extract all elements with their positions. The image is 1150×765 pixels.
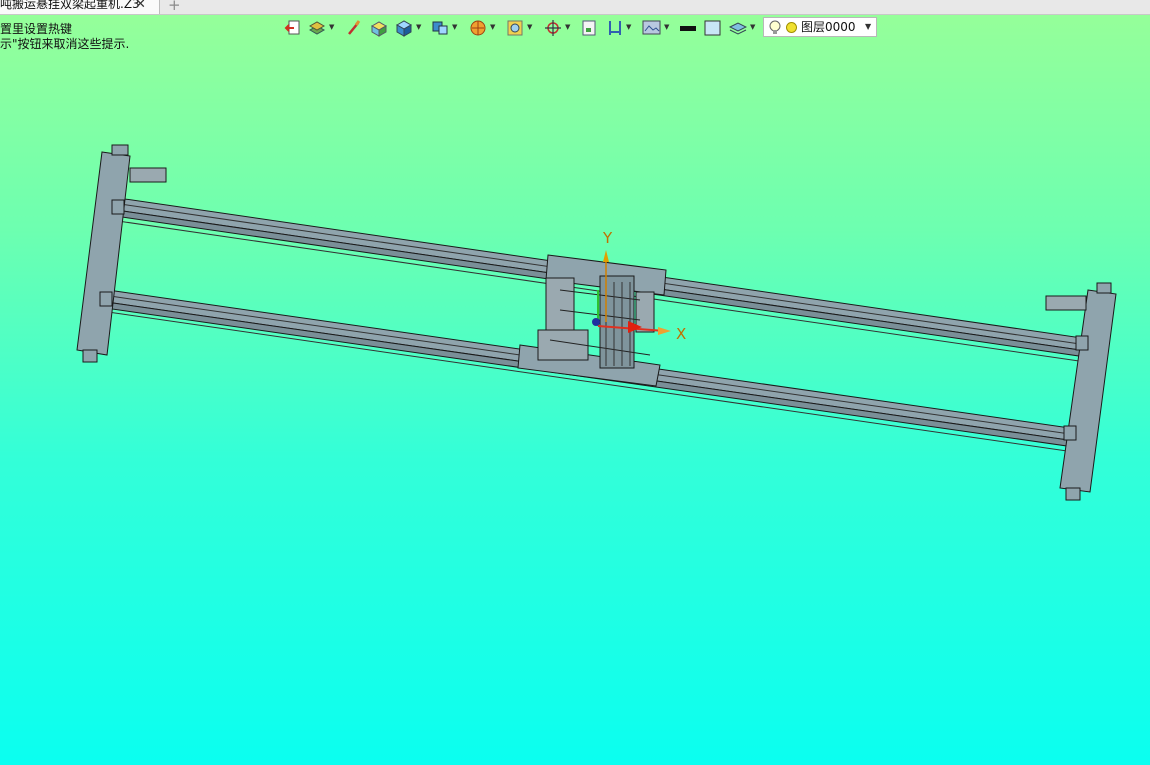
x-axis-label: X <box>676 325 687 343</box>
y-axis-label: Y <box>603 229 613 247</box>
right-end-truck <box>1045 282 1117 501</box>
left-end-truck <box>76 144 167 363</box>
model-viewport[interactable] <box>0 0 1150 765</box>
